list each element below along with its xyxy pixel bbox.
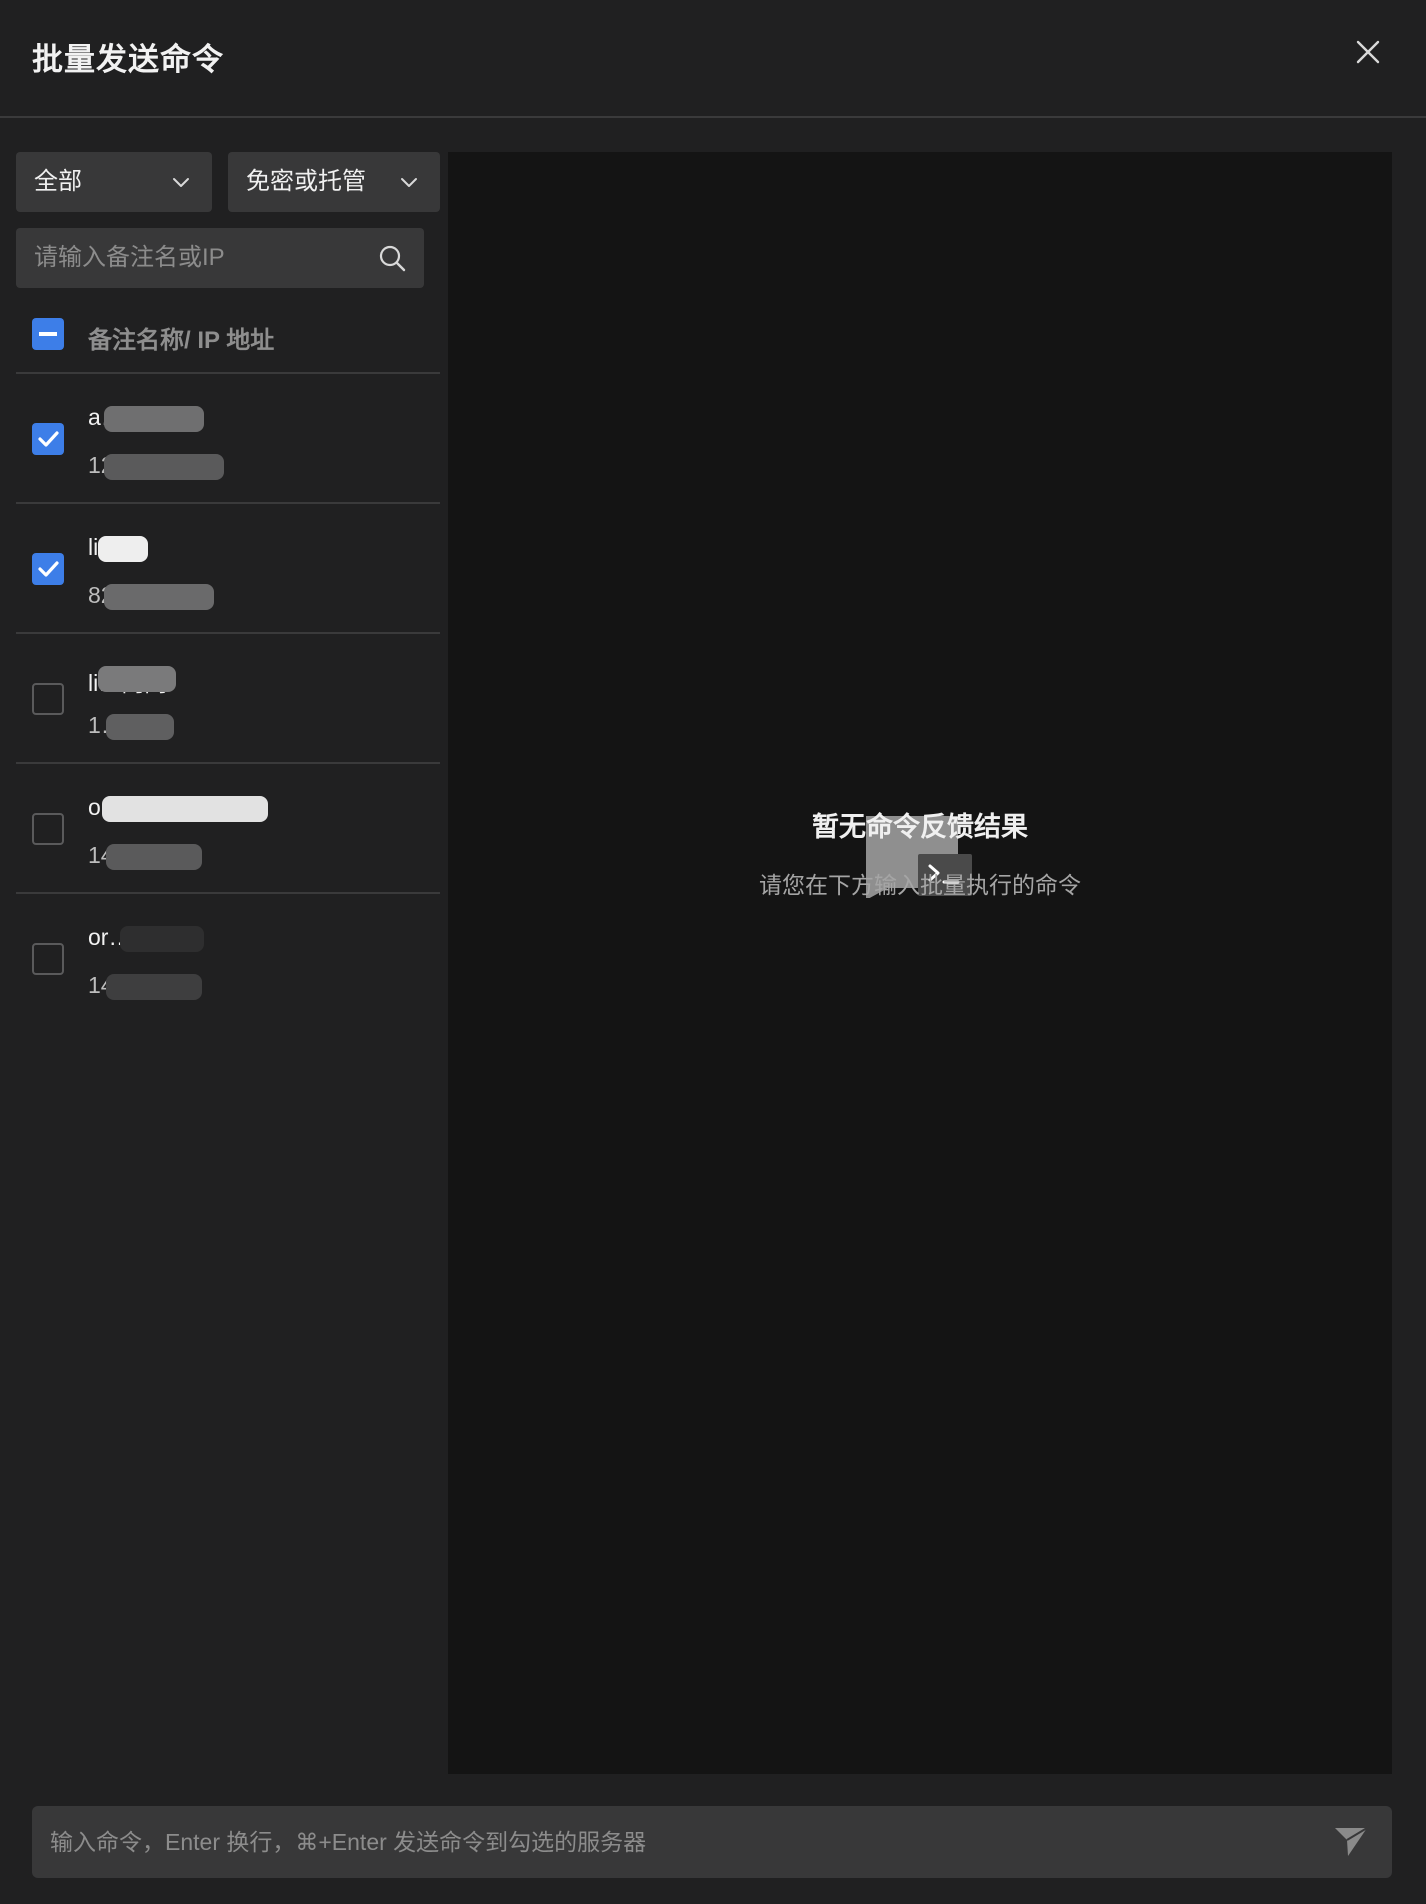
search-input[interactable]	[16, 228, 366, 288]
auth-filter-select[interactable]: 免密或托管	[228, 152, 440, 212]
command-result-panel: 暂无命令反馈结果 请您在下方输入批量执行的命令	[448, 152, 1392, 1774]
row-checkbox[interactable]	[32, 943, 64, 975]
list-item[interactable]: li…内网 1…2	[16, 634, 440, 764]
redaction-mask	[104, 584, 214, 610]
group-filter-select[interactable]: 全部	[16, 152, 212, 212]
group-filter-value: 全部	[34, 168, 82, 195]
chevron-down-icon	[173, 178, 189, 187]
row-checkbox[interactable]	[32, 553, 64, 585]
redaction-mask	[104, 406, 204, 432]
empty-state-subtitle: 请您在下方输入批量执行的命令	[759, 872, 1081, 898]
row-checkbox[interactable]	[32, 683, 64, 715]
redaction-mask	[120, 926, 204, 952]
redaction-mask	[102, 796, 268, 822]
row-checkbox[interactable]	[32, 813, 64, 845]
select-all-checkbox[interactable]	[32, 318, 64, 350]
server-list-header: 备注名称/ IP 地址	[16, 310, 440, 374]
list-item[interactable]: a…_bj 12…30	[16, 374, 440, 504]
list-item[interactable]: or…st 14….11	[16, 894, 440, 1024]
command-input[interactable]	[32, 1806, 1312, 1878]
redaction-mask	[106, 714, 174, 740]
send-icon[interactable]	[1334, 1826, 1368, 1858]
redaction-mask	[98, 536, 148, 562]
auth-filter-value: 免密或托管	[246, 168, 366, 195]
search-box	[16, 228, 424, 288]
list-column-label: 备注名称/ IP 地址	[88, 327, 275, 354]
redaction-mask	[106, 844, 202, 870]
list-item[interactable]: o…h 14….11	[16, 764, 440, 894]
redaction-mask	[98, 666, 176, 692]
dialog-title: 批量发送命令	[32, 42, 224, 77]
empty-state-title: 暂无命令反馈结果	[812, 812, 1028, 842]
command-input-bar	[32, 1806, 1392, 1878]
redaction-mask	[106, 974, 202, 1000]
chevron-down-icon	[401, 178, 417, 187]
search-icon[interactable]	[378, 244, 406, 272]
close-icon[interactable]	[1352, 36, 1384, 68]
list-item[interactable]: li…t 82…6	[16, 504, 440, 634]
row-checkbox[interactable]	[32, 423, 64, 455]
redaction-mask	[104, 454, 224, 480]
dialog-header: 批量发送命令	[0, 0, 1426, 118]
